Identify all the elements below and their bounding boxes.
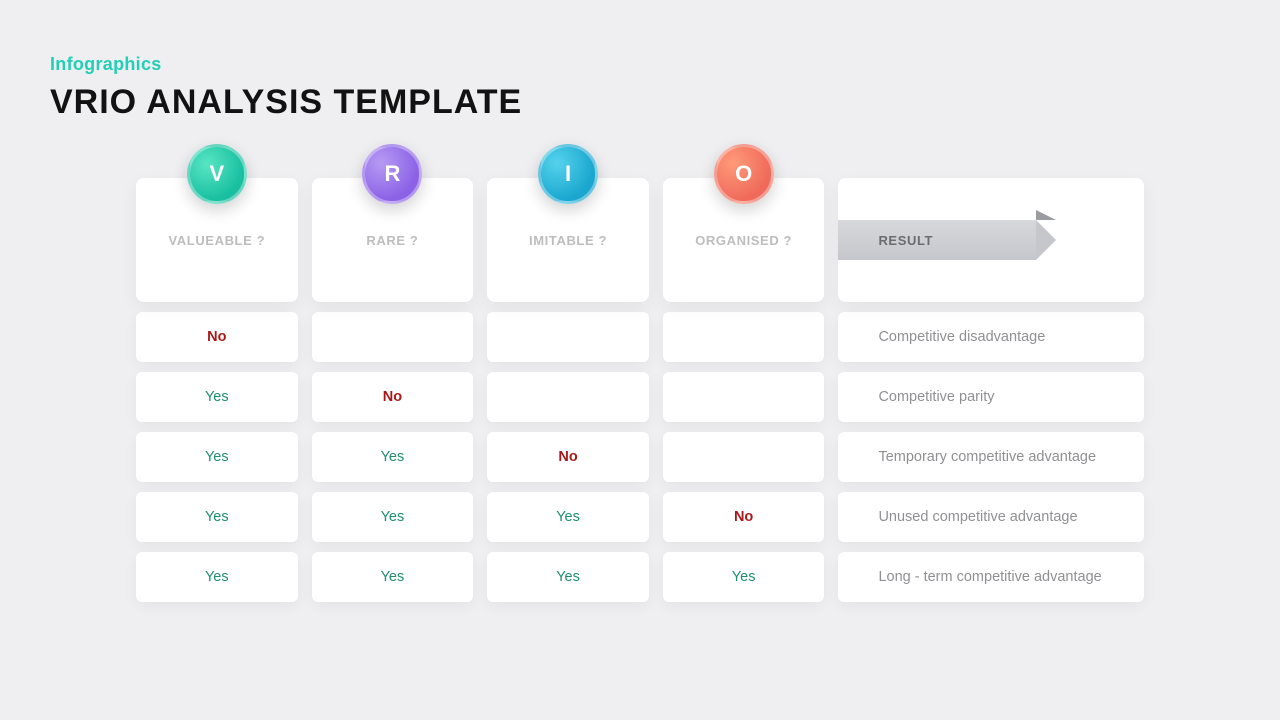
value: Yes xyxy=(205,509,229,525)
header-valuable: V VALUEABLE ? xyxy=(136,178,298,302)
cell-i-3: Yes xyxy=(487,492,649,542)
value: Yes xyxy=(381,509,405,525)
badge-v: V xyxy=(187,144,247,204)
cell-v-1: Yes xyxy=(136,372,298,422)
column-valuable: V VALUEABLE ? No Yes Yes Yes Yes xyxy=(136,178,298,602)
badge-o: O xyxy=(714,144,774,204)
header-organised: O ORGANISED ? xyxy=(663,178,825,302)
cell-v-0: No xyxy=(136,312,298,362)
cell-v-3: Yes xyxy=(136,492,298,542)
cell-r-2: Yes xyxy=(312,432,474,482)
badge-i: I xyxy=(538,144,598,204)
result-text: Temporary competitive advantage xyxy=(878,449,1096,465)
badge-v-letter: V xyxy=(209,161,224,187)
value: Yes xyxy=(556,569,580,585)
label-organised: ORGANISED ? xyxy=(695,233,792,248)
badge-i-letter: I xyxy=(565,161,571,187)
badge-r-letter: R xyxy=(384,161,400,187)
label-valuable: VALUEABLE ? xyxy=(168,233,265,248)
label-imitable: IMITABLE ? xyxy=(529,233,607,248)
column-organised: O ORGANISED ? No Yes xyxy=(663,178,825,602)
vrio-slide: Infographics VRIO ANALYSIS TEMPLATE V VA… xyxy=(0,0,1280,720)
cell-r-1: No xyxy=(312,372,474,422)
value: Yes xyxy=(732,569,756,585)
cell-i-0 xyxy=(487,312,649,362)
cell-r-3: Yes xyxy=(312,492,474,542)
page-title: VRIO ANALYSIS TEMPLATE xyxy=(50,83,1230,122)
cell-i-2: No xyxy=(487,432,649,482)
header-result: RESULT xyxy=(838,178,1144,302)
badge-r: R xyxy=(362,144,422,204)
result-text: Competitive parity xyxy=(878,389,994,405)
header-imitable: I IMITABLE ? xyxy=(487,178,649,302)
value: No xyxy=(207,329,226,345)
value: Yes xyxy=(381,569,405,585)
label-result: RESULT xyxy=(878,233,933,248)
cell-result-0: Competitive disadvantage xyxy=(838,312,1144,362)
vrio-matrix: V VALUEABLE ? No Yes Yes Yes Yes R RARE … xyxy=(50,178,1230,602)
value: Yes xyxy=(205,569,229,585)
kicker: Infographics xyxy=(50,54,1230,75)
result-text: Unused competitive advantage xyxy=(878,509,1077,525)
cell-r-4: Yes xyxy=(312,552,474,602)
column-imitable: I IMITABLE ? No Yes Yes xyxy=(487,178,649,602)
cell-v-2: Yes xyxy=(136,432,298,482)
cell-o-4: Yes xyxy=(663,552,825,602)
cell-r-0 xyxy=(312,312,474,362)
value: No xyxy=(558,449,577,465)
cell-i-4: Yes xyxy=(487,552,649,602)
cell-result-4: Long - term competitive advantage xyxy=(838,552,1144,602)
cell-o-3: No xyxy=(663,492,825,542)
cell-result-3: Unused competitive advantage xyxy=(838,492,1144,542)
value: Yes xyxy=(205,449,229,465)
cell-result-1: Competitive parity xyxy=(838,372,1144,422)
result-text: Competitive disadvantage xyxy=(878,329,1045,345)
value: Yes xyxy=(381,449,405,465)
badge-o-letter: O xyxy=(735,161,752,187)
header-rare: R RARE ? xyxy=(312,178,474,302)
value: Yes xyxy=(556,509,580,525)
label-rare: RARE ? xyxy=(366,233,418,248)
cell-v-4: Yes xyxy=(136,552,298,602)
cell-i-1 xyxy=(487,372,649,422)
result-ribbon: RESULT xyxy=(838,220,1036,260)
cell-o-2 xyxy=(663,432,825,482)
value: No xyxy=(383,389,402,405)
cell-o-0 xyxy=(663,312,825,362)
column-rare: R RARE ? No Yes Yes Yes xyxy=(312,178,474,602)
cell-result-2: Temporary competitive advantage xyxy=(838,432,1144,482)
column-result: RESULT Competitive disadvantage Competit… xyxy=(838,178,1144,602)
value: No xyxy=(734,509,753,525)
result-text: Long - term competitive advantage xyxy=(878,569,1101,585)
cell-o-1 xyxy=(663,372,825,422)
value: Yes xyxy=(205,389,229,405)
ribbon-fold xyxy=(1036,210,1056,220)
